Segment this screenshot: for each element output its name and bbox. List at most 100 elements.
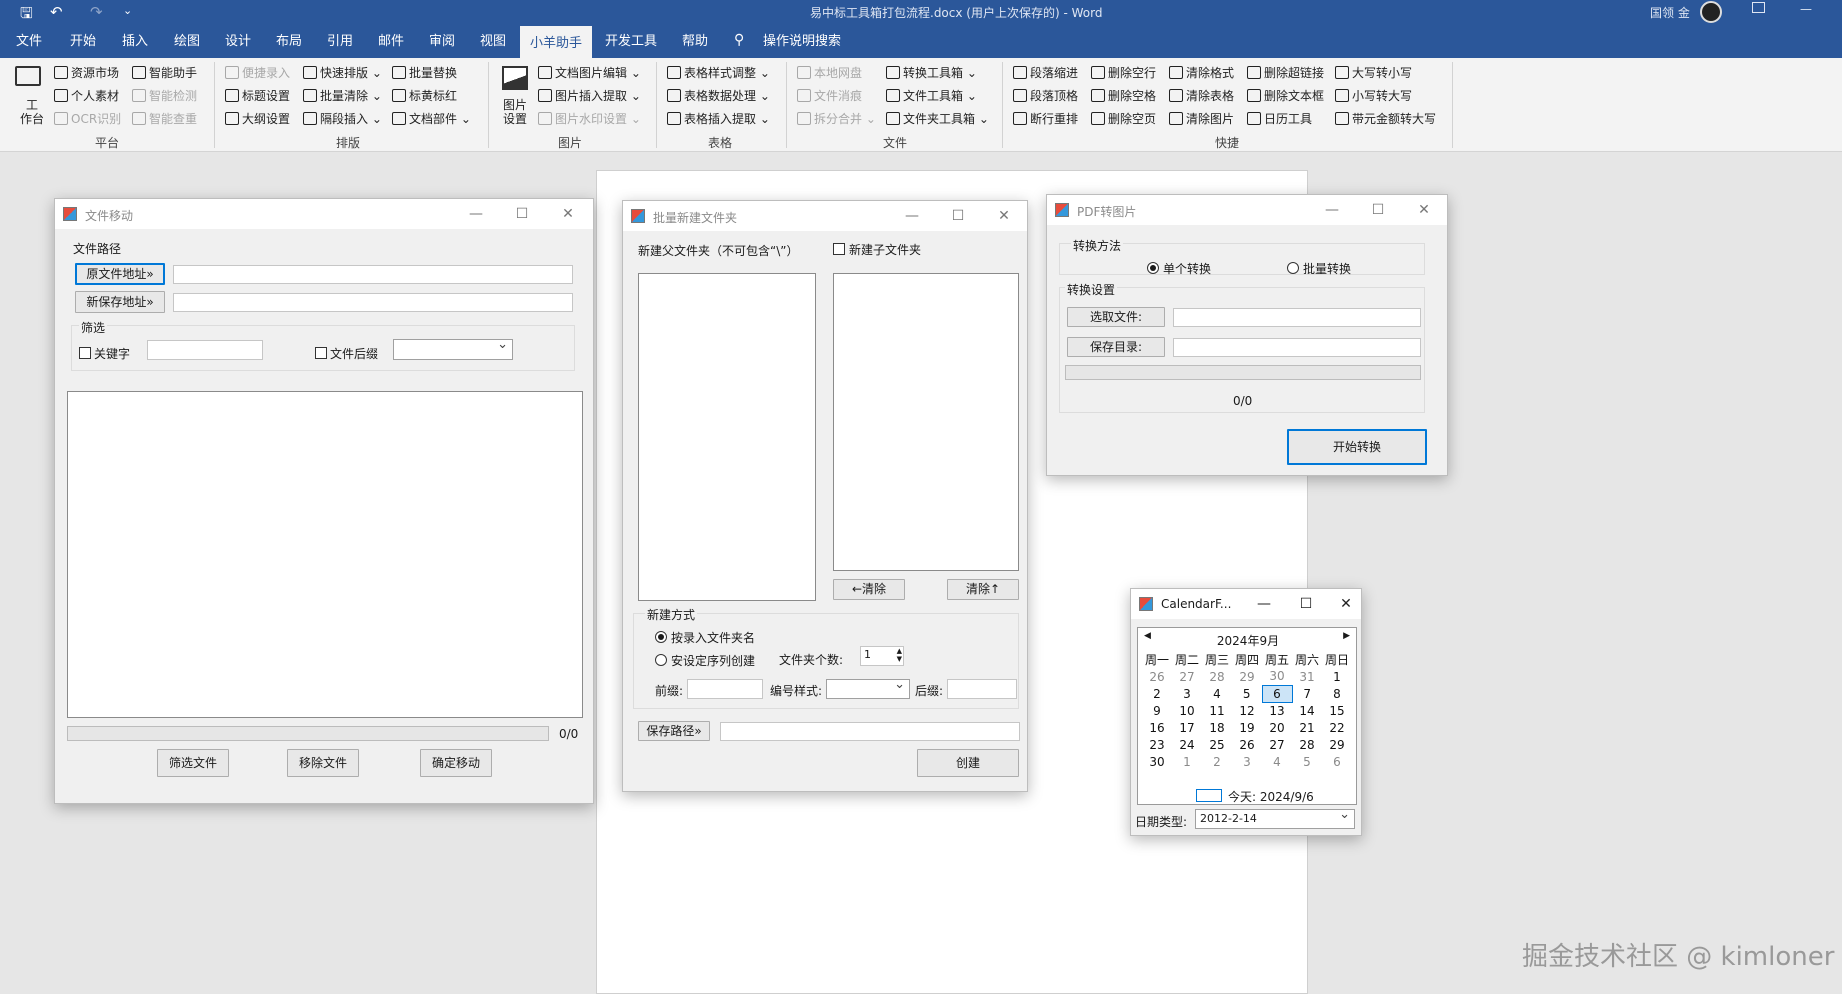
parent-folder-list[interactable] [638, 273, 816, 601]
day-cell[interactable]: 14 [1292, 702, 1322, 719]
suffix-input[interactable] [947, 679, 1017, 699]
folder-toolbox-button[interactable]: 文件夹工具箱 ⌄ [886, 110, 989, 127]
day-cell[interactable]: 24 [1172, 736, 1202, 753]
confirm-move-button[interactable]: 确定移动 [420, 749, 492, 777]
month-calendar[interactable]: ◀ 2024年9月 ▶ 周一 周二 周三 周四 周五 周六 周日 26 27 28 29 30 31 1… [1137, 627, 1357, 805]
day-cell[interactable]: 5 [1232, 685, 1262, 702]
para-indent-button[interactable]: 段落缩进 [1013, 64, 1078, 81]
minimize-button[interactable]: — [1321, 199, 1343, 221]
day-cell[interactable]: 19 [1232, 719, 1262, 736]
day-cell[interactable]: 28 [1202, 668, 1232, 685]
sub-folder-checkbox[interactable] [833, 243, 845, 255]
smart-assistant-button[interactable]: 智能助手 [132, 64, 197, 81]
remove-files-button[interactable]: 移除文件 [287, 749, 359, 777]
day-cell[interactable]: 6 [1322, 753, 1352, 770]
day-cell[interactable]: 15 [1322, 702, 1352, 719]
day-cell[interactable]: 30 [1262, 668, 1292, 685]
filter-files-button[interactable]: 筛选文件 [157, 749, 229, 777]
day-cell[interactable]: 29 [1322, 736, 1352, 753]
maximize-button[interactable]: ☐ [511, 203, 533, 225]
split-merge-button[interactable]: 拆分合并 ⌄ [797, 110, 876, 127]
reflow-lines-button[interactable]: 断行重排 [1013, 110, 1078, 127]
local-drive-button[interactable]: 本地网盘 [797, 64, 862, 81]
heading-settings-button[interactable]: 标题设置 [225, 87, 290, 104]
select-file-button[interactable]: 选取文件: [1067, 307, 1165, 327]
sub-folder-list[interactable] [833, 273, 1019, 571]
delete-spaces-button[interactable]: 删除空格 [1091, 87, 1156, 104]
day-cell[interactable]: 25 [1202, 736, 1232, 753]
number-style-dropdown[interactable] [826, 677, 910, 699]
interval-insert-button[interactable]: 隔段插入 ⌄ [303, 110, 382, 127]
maximize-button[interactable]: ☐ [947, 205, 969, 227]
single-convert-radio[interactable] [1147, 262, 1159, 274]
by-name-radio[interactable] [655, 631, 667, 643]
prefix-input[interactable] [687, 679, 763, 699]
dest-path-input[interactable] [173, 293, 573, 312]
day-cell[interactable]: 1 [1172, 753, 1202, 770]
minimize-button[interactable]: — [1253, 593, 1275, 615]
ocr-button[interactable]: OCR识别 [54, 110, 121, 127]
source-path-button[interactable]: 原文件地址» [75, 263, 165, 285]
tab-draw[interactable]: 绘图 [166, 26, 208, 58]
table-style-button[interactable]: 表格样式调整 ⌄ [667, 64, 770, 81]
customize-qat-icon[interactable]: ⌄ [123, 4, 132, 17]
clear-format-button[interactable]: 清除格式 [1169, 64, 1234, 81]
suffix-checkbox[interactable] [315, 347, 327, 359]
doc-image-edit-button[interactable]: 文档图片编辑 ⌄ [538, 64, 641, 81]
calendar-month-title[interactable]: 2024年9月 [1138, 632, 1358, 649]
para-top-button[interactable]: 段落顶格 [1013, 87, 1078, 104]
save-dir-input[interactable] [1173, 338, 1421, 357]
day-cell[interactable]: 2 [1202, 753, 1232, 770]
day-cell[interactable]: 3 [1232, 753, 1262, 770]
upper-to-lower-button[interactable]: 大写转小写 [1335, 64, 1412, 81]
file-list[interactable] [67, 391, 583, 718]
day-cell[interactable]: 26 [1142, 668, 1172, 685]
day-cell[interactable]: 7 [1292, 685, 1322, 702]
calendar-tool-button[interactable]: 日历工具 [1247, 110, 1312, 127]
delete-blank-pages-button[interactable]: 删除空页 [1091, 110, 1156, 127]
day-cell[interactable]: 26 [1232, 736, 1262, 753]
tab-file[interactable]: 文件 [8, 26, 50, 58]
table-insert-button[interactable]: 表格插入提取 ⌄ [667, 110, 770, 127]
tab-insert[interactable]: 插入 [114, 26, 156, 58]
tab-review[interactable]: 审阅 [421, 26, 463, 58]
by-sequence-radio[interactable] [655, 654, 667, 666]
workbench-button[interactable]: 工 作台 [20, 98, 44, 126]
clear-right-button[interactable]: 清除↑ [947, 579, 1019, 600]
date-type-dropdown[interactable]: 2012-2-14 [1195, 807, 1355, 829]
delete-blank-lines-button[interactable]: 删除空行 [1091, 64, 1156, 81]
source-path-input[interactable] [173, 265, 573, 284]
clear-tables-button[interactable]: 清除表格 [1169, 87, 1234, 104]
file-toolbox-button[interactable]: 文件工具箱 ⌄ [886, 87, 977, 104]
day-cell[interactable]: 22 [1322, 719, 1352, 736]
day-cell[interactable]: 8 [1322, 685, 1352, 702]
close-button[interactable]: ✕ [1413, 199, 1435, 221]
day-cell[interactable]: 27 [1262, 736, 1292, 753]
day-cell[interactable]: 30 [1142, 753, 1172, 770]
user-name[interactable]: 国领 金 [1650, 4, 1690, 21]
image-watermark-button[interactable]: 图片水印设置 ⌄ [538, 110, 641, 127]
doc-parts-button[interactable]: 文档部件 ⌄ [392, 110, 471, 127]
maximize-button[interactable]: ☐ [1295, 593, 1317, 615]
day-cell[interactable]: 20 [1262, 719, 1292, 736]
day-cell[interactable]: 11 [1202, 702, 1232, 719]
day-cell[interactable]: 23 [1142, 736, 1172, 753]
minimize-button[interactable]: — [901, 205, 923, 227]
day-cell[interactable]: 27 [1172, 668, 1202, 685]
redo-icon[interactable]: ↷ [90, 3, 103, 21]
today-link[interactable]: 今天: 2024/9/6 [1228, 788, 1314, 805]
batch-replace-button[interactable]: 批量替换 [392, 64, 457, 81]
day-cell[interactable]: 4 [1262, 753, 1292, 770]
minimize-button[interactable]: — [465, 203, 487, 225]
highlight-button[interactable]: 标黄标红 [392, 87, 457, 104]
day-cell[interactable]: 9 [1142, 702, 1172, 719]
amount-to-upper-button[interactable]: 带元金额转大写 [1335, 110, 1436, 127]
save-path-button[interactable]: 保存路径» [638, 721, 710, 741]
close-button[interactable]: ✕ [557, 203, 579, 225]
day-cell[interactable]: 10 [1172, 702, 1202, 719]
picture-settings-button[interactable]: 图片 设置 [503, 98, 527, 126]
smart-detect-button[interactable]: 智能检测 [132, 87, 197, 104]
day-cell[interactable]: 28 [1292, 736, 1322, 753]
tab-design[interactable]: 设计 [217, 26, 259, 58]
tell-me-search[interactable]: 操作说明搜索 [752, 26, 852, 58]
